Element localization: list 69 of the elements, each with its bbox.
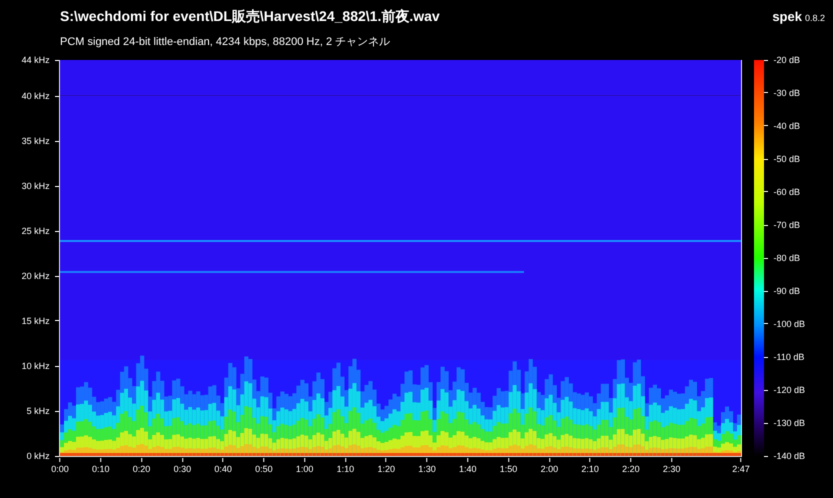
- decibel-label: -130 dB: [774, 418, 806, 428]
- frequency-label: 0 kHz: [26, 451, 50, 461]
- decibel-label: -110 dB: [774, 352, 804, 362]
- time-label: 0:10: [92, 464, 110, 474]
- tick-mark: [344, 458, 346, 462]
- time-label: 0:00: [51, 464, 69, 474]
- tick-mark: [764, 125, 768, 126]
- tick-mark: [100, 458, 102, 462]
- frequency-label: 30 kHz: [22, 181, 50, 191]
- decibel-label: -60 dB: [774, 186, 800, 197]
- time-label: 0:40: [214, 464, 232, 474]
- tick-mark: [263, 458, 264, 462]
- tick-mark: [182, 458, 183, 462]
- time-label: 1:30: [418, 464, 436, 474]
- tick-mark: [764, 158, 768, 160]
- time-label: 2:20: [622, 464, 640, 474]
- audio-info: PCM signed 24-bit little-endian, 4234 kbps, 88200 Hz, 2 チャンネル: [60, 35, 392, 49]
- time-label: 0:20: [132, 464, 150, 474]
- app-name: spek: [772, 9, 802, 24]
- tick-mark: [304, 458, 306, 462]
- tick-mark: [467, 458, 468, 462]
- tick-mark: [141, 458, 142, 462]
- tick-mark: [222, 458, 224, 462]
- time-label: 1:20: [377, 464, 395, 474]
- decibel-label: -80 dB: [774, 253, 800, 263]
- decibel-label: -20 dB: [774, 55, 800, 65]
- time-label: 2:10: [581, 464, 599, 474]
- decibel-label: -50 dB: [774, 154, 800, 164]
- tick-mark: [671, 458, 672, 462]
- tick-mark: [764, 323, 768, 324]
- decibel-label: -70 dB: [774, 220, 800, 230]
- time-label: 0:30: [174, 464, 192, 474]
- decibel-label: -140 dB: [774, 451, 806, 461]
- frequency-label: 25 kHz: [22, 226, 50, 236]
- tick-mark: [548, 458, 550, 462]
- frequency-label: 5 kHz: [26, 406, 50, 416]
- time-label: 2:00: [540, 464, 558, 474]
- time-label: 1:10: [336, 464, 354, 474]
- tick-mark: [764, 191, 768, 192]
- tick-mark: [764, 356, 768, 358]
- tick-mark: [630, 458, 632, 462]
- decibel-label: -90 dB: [774, 286, 800, 296]
- time-label: 2:47: [732, 464, 750, 474]
- tick-mark: [740, 458, 742, 462]
- tick-mark: [764, 224, 768, 226]
- decibel-label: -120 dB: [774, 385, 806, 395]
- frequency-label: 44 kHz: [22, 55, 50, 65]
- decibel-label: -100 dB: [774, 318, 806, 329]
- time-label: 0:50: [255, 464, 273, 474]
- frequency-label: 20 kHz: [22, 271, 50, 281]
- tick-mark: [590, 458, 591, 462]
- tick-mark: [764, 92, 768, 94]
- tick-mark: [386, 458, 387, 462]
- time-label: 1:00: [296, 464, 314, 474]
- frequency-label: 10 kHz: [22, 361, 50, 371]
- time-label: 2:30: [662, 464, 680, 474]
- decibel-label: -40 dB: [774, 120, 800, 131]
- app-version: 0.8.2: [804, 13, 825, 23]
- tick-mark: [426, 458, 428, 462]
- frequency-label: 15 kHz: [22, 316, 50, 326]
- time-label: 1:50: [500, 464, 518, 474]
- frequency-label: 35 kHz: [22, 136, 50, 146]
- tick-mark: [508, 458, 510, 462]
- file-path-title: S:\wechdomi for event\DL販売\Harvest\24_882\1.前夜.wav: [60, 8, 440, 26]
- time-label: 1:40: [459, 464, 477, 474]
- tick-mark: [764, 290, 768, 292]
- tick-mark: [764, 422, 768, 424]
- decibel-label: -30 dB: [774, 88, 800, 98]
- frequency-label: 40 kHz: [22, 91, 50, 101]
